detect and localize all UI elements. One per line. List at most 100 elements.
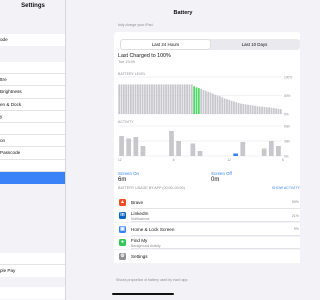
battery-bar <box>153 84 156 114</box>
sidebar-item-privacy[interactable] <box>0 160 65 172</box>
battery-bar <box>137 84 139 114</box>
sidebar-group-1: ode <box>0 34 65 47</box>
activity-bar <box>268 141 274 156</box>
sidebar-group-2: ttre Brightness en & Dock y on Passcode <box>0 62 65 184</box>
battery-bar <box>209 92 212 114</box>
app-name: Home & Lock Screen <box>131 227 175 232</box>
screen-on-label: Screen On <box>118 171 139 176</box>
app-usage-percent: 59% <box>291 200 299 204</box>
app-usage-row[interactable]: ▲ Brave 59% <box>114 196 300 209</box>
battery-bar <box>174 84 177 114</box>
sidebar-item-touch-id-passcode[interactable]: Passcode <box>0 147 65 160</box>
battery-card: Last 24 Hours Last 10 Days Last Charged … <box>114 32 300 212</box>
sidebar-item-wallet[interactable] <box>0 253 65 266</box>
battery-bar <box>263 106 266 114</box>
app-usage-row[interactable]: in LinkedIn Notifications 21% <box>114 209 300 222</box>
battery-bar <box>195 87 198 114</box>
battery-bar <box>127 84 130 114</box>
app-usage-row[interactable]: ▣ Home & Lock Screen 9% <box>114 223 300 236</box>
settings-sidebar: Settings ode ttre Brightness en & Dock y… <box>0 0 66 300</box>
sidebar-item-brightness[interactable]: Brightness <box>0 86 65 99</box>
activity-y-tick: 0m <box>284 155 289 159</box>
sidebar-item-accessibility[interactable]: y <box>0 111 65 123</box>
screen-on-value: 6m <box>118 177 127 183</box>
battery-bar <box>176 84 179 114</box>
battery-bar <box>223 98 226 114</box>
sidebar-item-siri[interactable]: on <box>0 135 65 148</box>
battery-bar <box>244 104 247 114</box>
battery-bar <box>167 84 170 114</box>
linkedin-icon: in <box>119 212 126 219</box>
battery-bar <box>275 108 278 114</box>
battery-bar <box>254 105 256 114</box>
battery-bar <box>216 95 219 114</box>
activity-y-tick: 60m <box>284 125 291 129</box>
charging-hint: fully charge your iPad. <box>118 23 154 27</box>
screen-off-value: 0m <box>211 177 220 183</box>
battery-bar <box>144 84 146 114</box>
app-name: LinkedIn <box>131 211 149 217</box>
activity-x-tick: 12 <box>227 158 231 162</box>
activity-bar <box>126 138 132 156</box>
sidebar-item[interactable] <box>0 123 65 136</box>
show-activity-link[interactable]: SHOW ACTIVITY <box>272 186 300 190</box>
battery-bar <box>237 102 240 114</box>
battery-bar <box>279 109 282 114</box>
sidebar-item-wallet-apple-pay[interactable]: ple Pay <box>0 265 65 277</box>
app-usage-row[interactable]: ● Find My Background Activity <box>114 236 300 249</box>
usage-by-app-header: BATTERY USAGE BY APP (00:00–00:00) <box>118 186 185 190</box>
battery-y-tick: 100% <box>284 76 292 80</box>
activity-bar <box>233 153 239 156</box>
battery-bar <box>132 84 135 114</box>
battery-bar <box>212 93 214 114</box>
home-indicator <box>112 293 174 295</box>
battery-bar <box>146 84 149 114</box>
battery-bar <box>181 84 184 114</box>
sidebar-item-battery[interactable] <box>0 171 65 184</box>
app-name: Settings <box>131 254 148 259</box>
sidebar-item-mode[interactable]: ode <box>0 34 65 46</box>
activity-bar <box>197 151 203 156</box>
battery-pane: Battery fully charge your iPad. Last 24 … <box>66 0 300 300</box>
sidebar-item-notifications[interactable]: ttre <box>0 74 65 87</box>
battery-bar <box>214 94 217 114</box>
battery-bar <box>120 84 123 114</box>
battery-activity-charts: 100% 50% 0% 60m 30m 0m 12 6 12 6 <box>118 76 292 162</box>
battery-bar <box>230 100 233 114</box>
sidebar-item[interactable] <box>0 62 65 75</box>
battery-bar <box>207 91 210 114</box>
battery-y-tick: 0% <box>284 113 289 117</box>
sidebar-item-home-screen-dock[interactable]: en & Dock <box>0 99 65 111</box>
sidebar-item[interactable] <box>0 287 65 299</box>
battery-bar <box>240 103 242 114</box>
battery-bar <box>228 99 231 114</box>
battery-bar <box>118 84 121 114</box>
sidebar-group-4 <box>0 287 65 300</box>
activity-bar <box>169 131 174 156</box>
activity-y-tick: 30m <box>284 140 291 144</box>
battery-bar <box>219 96 221 114</box>
battery-bar <box>172 84 174 114</box>
battery-bar <box>235 102 238 114</box>
battery-bar <box>155 84 158 114</box>
usage-footer-note: Shows proportion of battery used by each… <box>116 278 189 282</box>
battery-bar <box>197 88 200 114</box>
row-divider <box>131 207 300 209</box>
battery-bar <box>277 108 280 114</box>
battery-bar <box>151 84 153 114</box>
battery-bar <box>233 101 235 114</box>
battery-bar <box>272 108 275 114</box>
activity-bar <box>176 141 181 156</box>
battery-bar <box>188 84 191 114</box>
battery-bar <box>141 84 144 114</box>
battery-bar <box>247 104 249 114</box>
battery-bar <box>256 106 259 114</box>
battery-bar <box>169 84 172 114</box>
battery-bar <box>270 107 273 114</box>
battery-bar <box>130 84 132 114</box>
app-usage-row[interactable]: ⚙ Settings <box>114 250 300 263</box>
find-my-icon: ● <box>119 239 126 246</box>
activity-bar <box>240 142 246 156</box>
battery-bar <box>261 106 263 114</box>
activity-bar <box>261 148 267 156</box>
